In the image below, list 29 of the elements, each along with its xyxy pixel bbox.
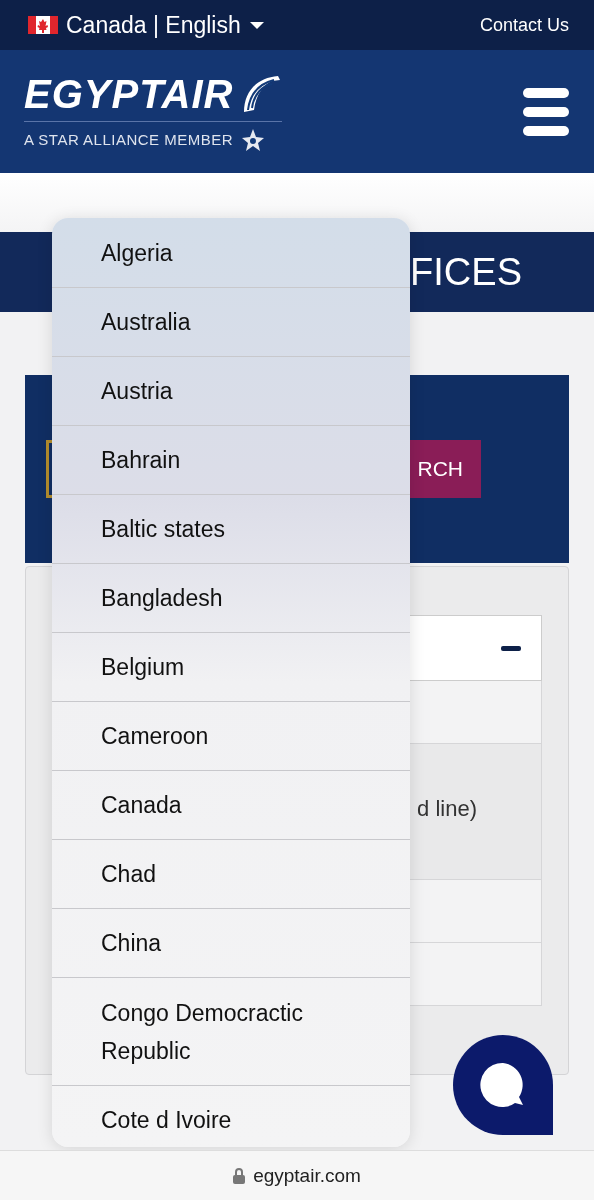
dropdown-option[interactable]: Bangladesh (52, 563, 410, 632)
dropdown-option[interactable]: Belgium (52, 632, 410, 701)
row-text: d line) (417, 796, 477, 822)
logo-tagline: A STAR ALLIANCE MEMBER (24, 131, 234, 148)
menu-icon (522, 85, 570, 138)
locale-label: Canada | English (66, 11, 241, 39)
dropdown-option[interactable]: Cameroon (52, 701, 410, 770)
star-icon (241, 127, 266, 152)
url-text[interactable]: egyptair.com (253, 1165, 361, 1187)
dropdown-option[interactable]: Canada (52, 770, 410, 839)
dropdown-option[interactable]: Bahrain (52, 425, 410, 494)
dropdown-option[interactable]: Australia (52, 287, 410, 356)
contact-link[interactable]: Contact Us (479, 14, 569, 36)
locale-selector[interactable]: Canada | English (28, 11, 265, 39)
dropdown-option[interactable]: Baltic states (52, 494, 410, 563)
logo-wordmark: EGYPTAIR (24, 71, 234, 117)
dropdown-option[interactable]: Congo Democractic Republic (52, 977, 410, 1085)
lock-icon (233, 1168, 246, 1184)
menu-button[interactable] (522, 85, 570, 138)
chat-button[interactable] (453, 1035, 553, 1135)
minus-icon (501, 645, 521, 651)
dropdown-option[interactable]: Algeria (52, 218, 410, 287)
dropdown-option[interactable]: Austria (52, 356, 410, 425)
dropdown-option[interactable]: Chad (52, 839, 410, 908)
dropdown-option[interactable]: China (52, 908, 410, 977)
flag-icon (28, 16, 58, 34)
caret-icon (248, 20, 265, 30)
banner-title: FICES (410, 250, 522, 294)
chat-icon (453, 1035, 553, 1135)
